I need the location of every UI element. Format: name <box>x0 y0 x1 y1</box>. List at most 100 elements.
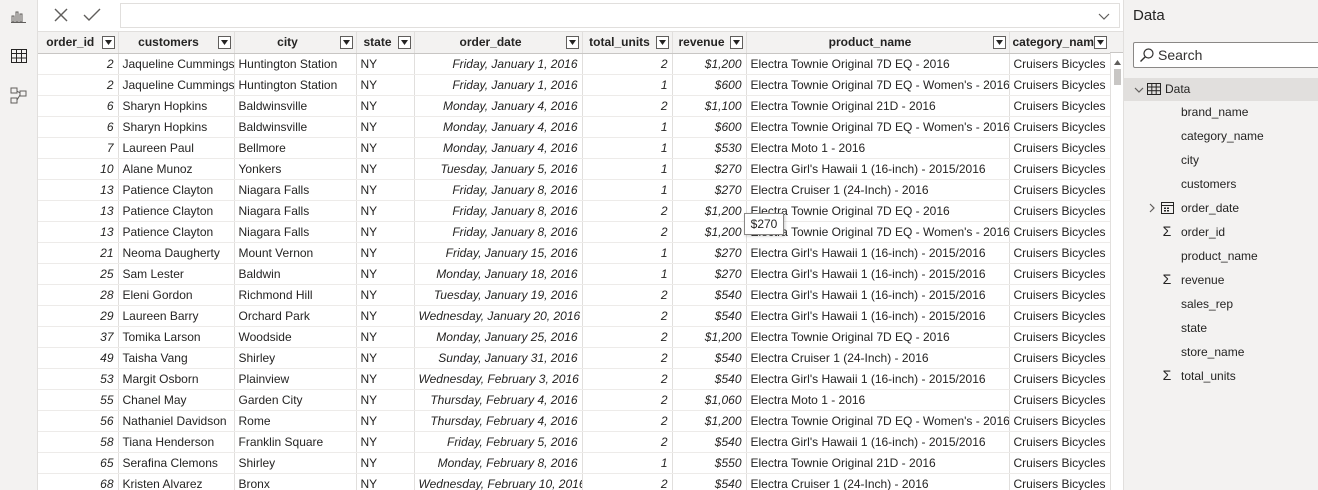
cell-city[interactable]: Bellmore <box>234 137 357 159</box>
cell-order-date[interactable]: Monday, January 4, 2016 <box>414 116 583 138</box>
cell-customers[interactable]: Sharyn Hopkins <box>118 95 235 117</box>
cell-order-id[interactable]: 13 <box>38 221 119 243</box>
column-header-order-id[interactable]: order_id <box>38 32 119 54</box>
cell-total-units[interactable]: 2 <box>582 95 673 117</box>
cell-order-id[interactable]: 2 <box>38 74 119 96</box>
cell-order-date[interactable]: Wednesday, February 10, 2016 <box>414 473 583 490</box>
cell-product-name[interactable]: Electra Townie Original 7D EQ - 2016 <box>746 200 1010 222</box>
cell-city[interactable]: Niagara Falls <box>234 221 357 243</box>
table-node-data[interactable]: Data <box>1124 78 1318 101</box>
cell-city[interactable]: Garden City <box>234 389 357 411</box>
cell-total-units[interactable]: 2 <box>582 200 673 222</box>
formula-input[interactable] <box>120 3 1120 28</box>
column-filter-dropdown-icon[interactable] <box>397 36 411 49</box>
cell-total-units[interactable]: 1 <box>582 137 673 159</box>
cell-revenue[interactable]: $540 <box>672 431 747 453</box>
cell-product-name[interactable]: Electra Townie Original 7D EQ - 2016 <box>746 53 1010 75</box>
cell-product-name[interactable]: Electra Girl's Hawaii 1 (16-inch) - 2015… <box>746 263 1010 285</box>
column-filter-dropdown-icon[interactable] <box>217 36 231 49</box>
cell-order-id[interactable]: 6 <box>38 95 119 117</box>
cell-order-id[interactable]: 10 <box>38 158 119 180</box>
cell-category-name[interactable]: Cruisers Bicycles <box>1009 431 1110 453</box>
cell-order-id[interactable]: 2 <box>38 53 119 75</box>
cell-order-id[interactable]: 21 <box>38 242 119 264</box>
table-row[interactable]: 53 Margit Osborn Plainview NY Wednesday, Feb… <box>38 368 1110 390</box>
column-header-customers[interactable]: customers <box>118 32 235 54</box>
cell-order-id[interactable]: 58 <box>38 431 119 453</box>
cell-order-id[interactable]: 29 <box>38 305 119 327</box>
cell-city[interactable]: Baldwinsville <box>234 95 357 117</box>
cell-product-name[interactable]: Electra Girl's Hawaii 1 (16-inch) - 2015… <box>746 242 1010 264</box>
table-view-icon[interactable] <box>9 46 29 66</box>
table-row[interactable]: 56 Nathaniel Davidson Rome NY Thursday, Febr… <box>38 410 1110 432</box>
expand-formula-chevron-icon[interactable] <box>1097 9 1113 25</box>
cell-revenue[interactable]: $1,200 <box>672 53 747 75</box>
field-item-brand-name[interactable]: brand_name <box>1124 101 1318 123</box>
cell-state[interactable]: NY <box>356 410 415 432</box>
cell-product-name[interactable]: Electra Townie Original 7D EQ - Women's … <box>746 74 1010 96</box>
cell-category-name[interactable]: Cruisers Bicycles <box>1009 347 1110 369</box>
cell-city[interactable]: Franklin Square <box>234 431 357 453</box>
cell-revenue[interactable]: $540 <box>672 473 747 490</box>
cell-product-name[interactable]: Electra Girl's Hawaii 1 (16-inch) - 2015… <box>746 158 1010 180</box>
cell-category-name[interactable]: Cruisers Bicycles <box>1009 53 1110 75</box>
cell-city[interactable]: Yonkers <box>234 158 357 180</box>
table-row[interactable]: 6 Sharyn Hopkins Baldwinsville NY Monday, Ja… <box>38 116 1110 138</box>
cell-order-date[interactable]: Sunday, January 31, 2016 <box>414 347 583 369</box>
cell-state[interactable]: NY <box>356 74 415 96</box>
cell-category-name[interactable]: Cruisers Bicycles <box>1009 368 1110 390</box>
cell-customers[interactable]: Laureen Paul <box>118 137 235 159</box>
cell-total-units[interactable]: 2 <box>582 53 673 75</box>
cell-revenue[interactable]: $1,200 <box>672 410 747 432</box>
cell-order-id[interactable]: 49 <box>38 347 119 369</box>
cell-customers[interactable]: Tomika Larson <box>118 326 235 348</box>
cell-state[interactable]: NY <box>356 305 415 327</box>
cell-order-date[interactable]: Friday, January 8, 2016 <box>414 221 583 243</box>
cell-customers[interactable]: Eleni Gordon <box>118 284 235 306</box>
table-row[interactable]: 58 Tiana Henderson Franklin Square NY Friday… <box>38 431 1110 453</box>
cell-customers[interactable]: Patience Clayton <box>118 200 235 222</box>
cell-state[interactable]: NY <box>356 116 415 138</box>
cell-revenue[interactable]: $1,100 <box>672 95 747 117</box>
cell-state[interactable]: NY <box>356 95 415 117</box>
table-row[interactable]: 28 Eleni Gordon Richmond Hill NY Tuesday, Ja… <box>38 284 1110 306</box>
column-filter-dropdown-icon[interactable] <box>992 36 1006 49</box>
column-filter-dropdown-icon[interactable] <box>729 36 743 49</box>
cell-customers[interactable]: Margit Osborn <box>118 368 235 390</box>
field-item-sales-rep[interactable]: sales_rep <box>1124 293 1318 315</box>
cell-product-name[interactable]: Electra Moto 1 - 2016 <box>746 137 1010 159</box>
cell-total-units[interactable]: 1 <box>582 242 673 264</box>
column-header-total-units[interactable]: total_units <box>582 32 673 54</box>
cell-order-date[interactable]: Monday, January 18, 2016 <box>414 263 583 285</box>
cell-city[interactable]: Niagara Falls <box>234 179 357 201</box>
cell-customers[interactable]: Sam Lester <box>118 263 235 285</box>
field-item-product-name[interactable]: product_name <box>1124 245 1318 267</box>
report-view-icon[interactable] <box>9 6 29 26</box>
cell-order-date[interactable]: Thursday, February 4, 2016 <box>414 389 583 411</box>
table-row[interactable]: 65 Serafina Clemons Shirley NY Monday, Febru… <box>38 452 1110 474</box>
cell-customers[interactable]: Patience Clayton <box>118 221 235 243</box>
field-item-store-name[interactable]: store_name <box>1124 341 1318 363</box>
cell-order-date[interactable]: Tuesday, January 19, 2016 <box>414 284 583 306</box>
cell-customers[interactable]: Serafina Clemons <box>118 452 235 474</box>
cell-product-name[interactable]: Electra Townie Original 7D EQ - Women's … <box>746 410 1010 432</box>
cell-customers[interactable]: Chanel May <box>118 389 235 411</box>
table-row[interactable]: 2 Jaqueline Cummings Huntington Station NY F… <box>38 53 1110 75</box>
cell-order-date[interactable]: Friday, January 1, 2016 <box>414 74 583 96</box>
close-icon[interactable] <box>50 4 72 26</box>
cell-total-units[interactable]: 2 <box>582 389 673 411</box>
field-item-total-units[interactable]: Σtotal_units <box>1124 365 1318 387</box>
cell-state[interactable]: NY <box>356 158 415 180</box>
cell-state[interactable]: NY <box>356 368 415 390</box>
cell-order-id[interactable]: 6 <box>38 116 119 138</box>
cell-order-date[interactable]: Monday, January 4, 2016 <box>414 137 583 159</box>
cell-order-date[interactable]: Thursday, February 4, 2016 <box>414 410 583 432</box>
column-filter-dropdown-icon[interactable] <box>101 36 115 49</box>
table-row[interactable]: 2 Jaqueline Cummings Huntington Station NY F… <box>38 74 1110 96</box>
cell-product-name[interactable]: Electra Cruiser 1 (24-Inch) - 2016 <box>746 473 1010 490</box>
cell-order-id[interactable]: 7 <box>38 137 119 159</box>
cell-customers[interactable]: Jaqueline Cummings <box>118 53 235 75</box>
cell-city[interactable]: Niagara Falls <box>234 200 357 222</box>
cell-revenue[interactable]: $1,060 <box>672 389 747 411</box>
cell-city[interactable]: Orchard Park <box>234 305 357 327</box>
